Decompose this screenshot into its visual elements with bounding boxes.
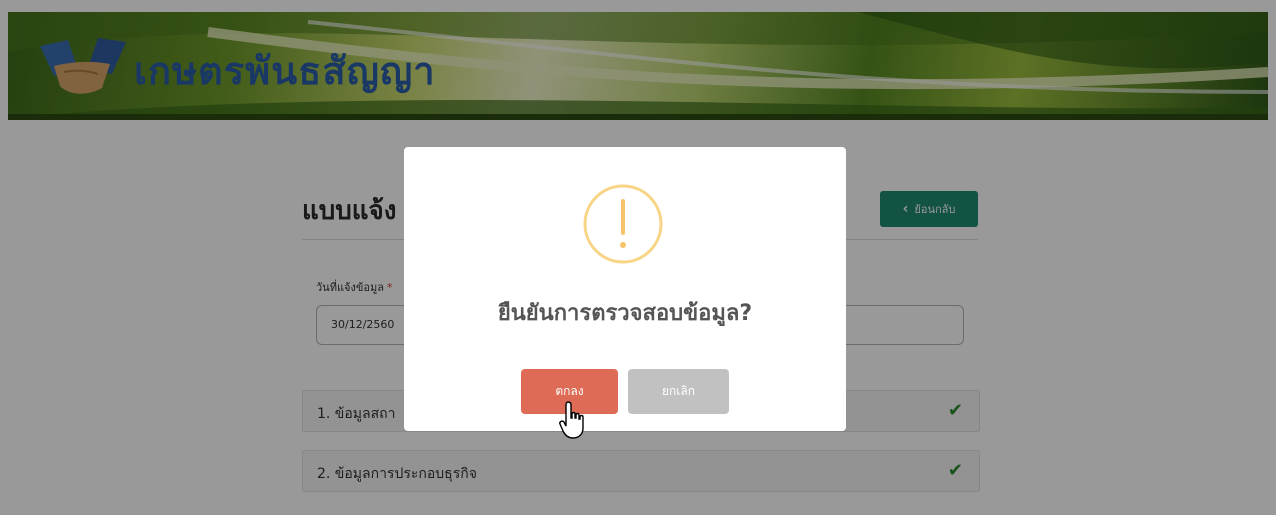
- hand-pointer-cursor-icon: [559, 401, 584, 439]
- cancel-button[interactable]: ยกเลิก: [628, 369, 729, 414]
- warning-icon: [583, 184, 663, 264]
- confirm-dialog: ยืนยันการตรวจสอบข้อมูล? ตกลง ยกเลิก: [404, 147, 846, 431]
- page: เกษตรพันธสัญญา แบบแจ้ง ‹ ย้อนกลับ วันที่…: [0, 0, 1276, 515]
- dialog-title: ยืนยันการตรวจสอบข้อมูล?: [497, 301, 753, 326]
